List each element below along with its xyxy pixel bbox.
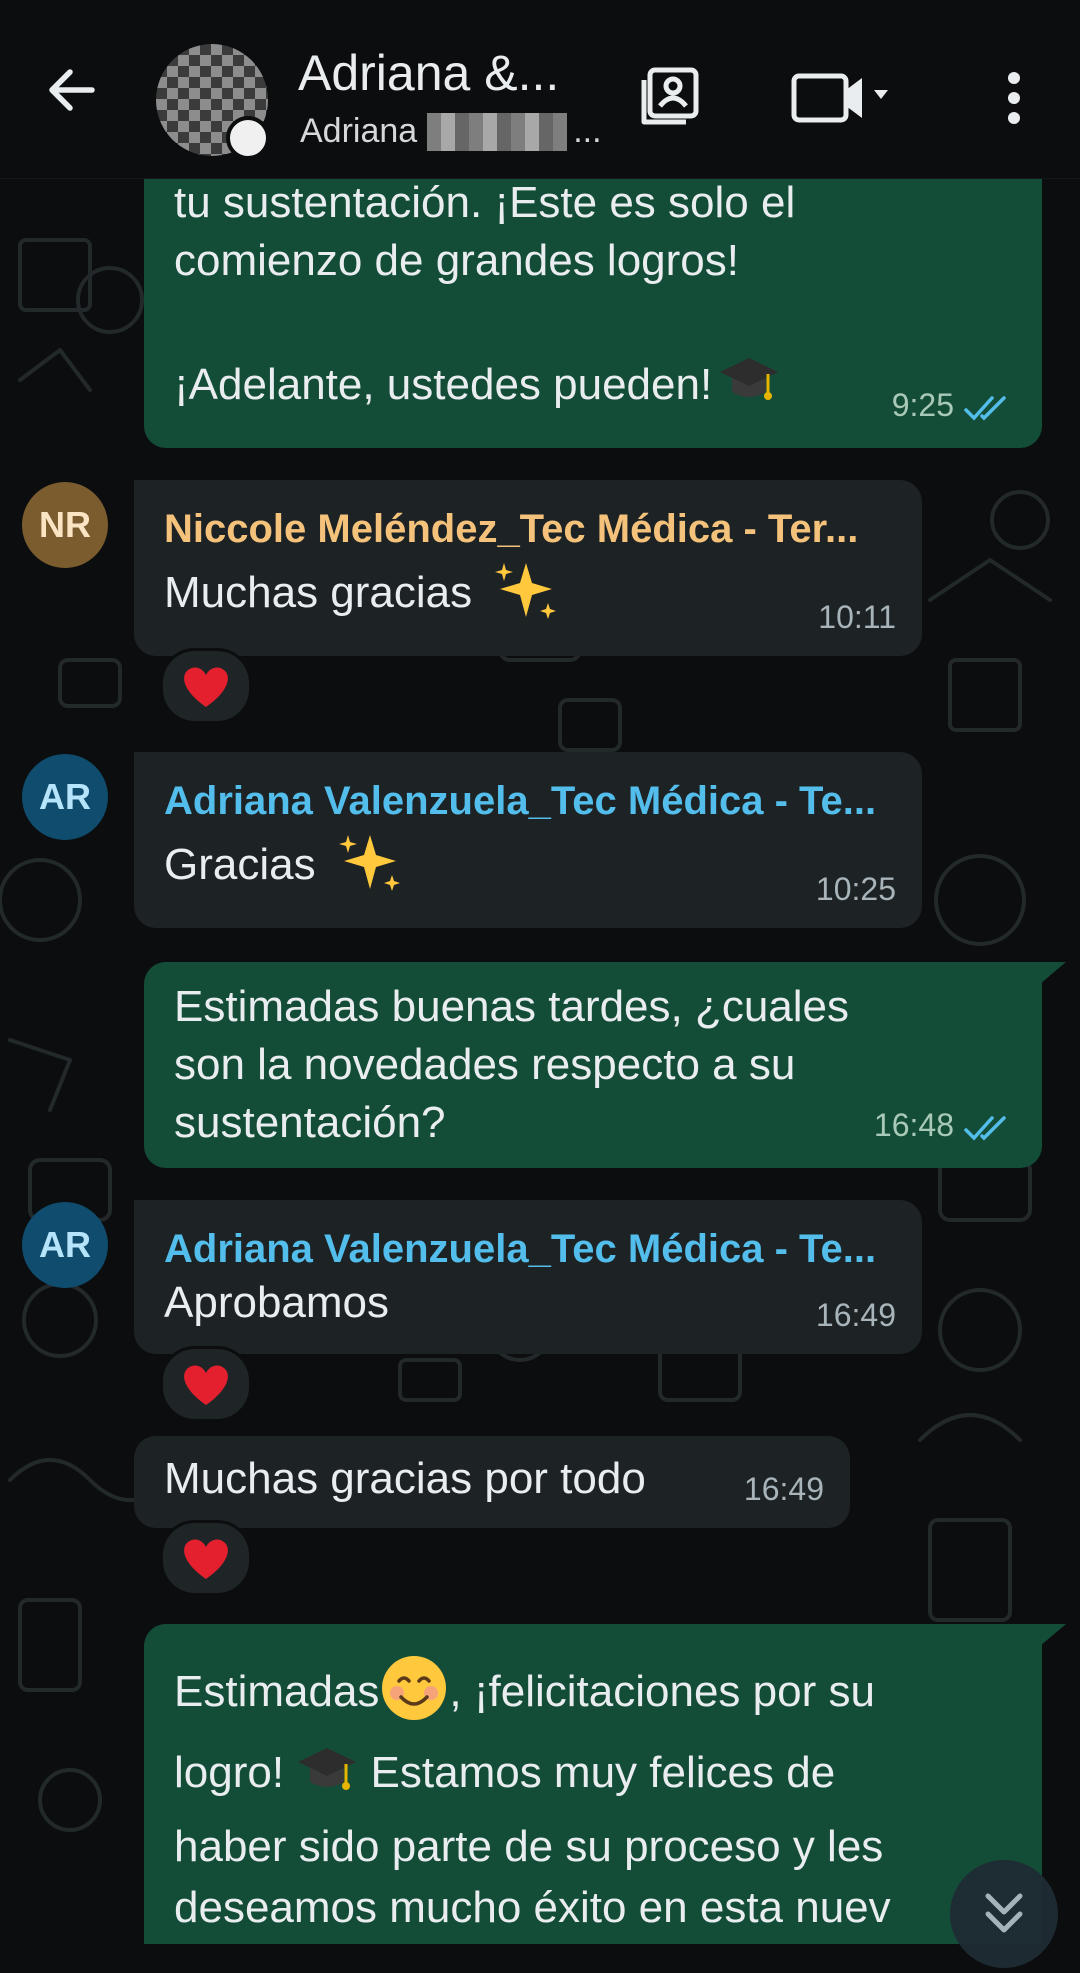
message-text: Gracias [164,835,402,894]
sender-avatar[interactable]: NR [22,482,108,568]
sender-avatar[interactable]: AR [22,754,108,840]
message-line-text: , ¡felicitaciones por su [449,1667,875,1716]
heart-reaction[interactable] [160,648,252,724]
outgoing-message[interactable]: Estimadas , ¡felicitaciones por su logro… [144,1624,1042,1944]
subtitle-name: Adriana [300,112,418,150]
chat-header: Adriana &... Adriana ... [0,0,1080,179]
message-text: Muchas gracias [164,563,558,622]
chat-title[interactable]: Adriana &... [298,44,559,102]
sparkles-emoji [495,563,557,620]
incoming-message[interactable]: Muchas gracias por todo 16:49 [134,1436,850,1528]
message-line-text: Estamos muy felices de [358,1748,836,1797]
more-vert-icon[interactable] [994,66,1034,130]
message-line: sustentación? [174,1098,446,1147]
message-meta: 9:25 [892,376,1012,434]
message-text: Muchas gracias por todo [164,1454,646,1503]
chevron-down-icon [874,90,888,99]
message-line-text: Estimadas [174,1667,380,1716]
sender-name[interactable]: Adriana Valenzuela_Tec Médica - Te... [164,1220,876,1278]
heart-reaction[interactable] [160,1520,252,1596]
graduation-cap-emoji [298,1748,357,1791]
message-time: 16:48 [873,1107,954,1143]
heart-reaction[interactable] [160,1346,252,1422]
red-heart-emoji [184,1365,228,1405]
outgoing-message[interactable]: tu sustentación. ¡Este es solo el comien… [144,150,1042,448]
scroll-to-bottom-button[interactable] [950,1860,1058,1968]
video-camera-icon[interactable] [790,68,890,128]
message-line: Estimadas , ¡felicitaciones por su [174,1652,891,1732]
message-time: 16:49 [743,1471,824,1507]
double-check-icon [964,395,1006,421]
arrow-left-icon[interactable] [40,58,104,122]
subtitle-ellipsis: ... [573,112,602,150]
sparkles-emoji [338,835,400,892]
chat-subtitle[interactable]: Adriana ... [300,112,602,151]
double-chevron-down-icon [985,1893,1023,1933]
bubble-tail [1040,962,1066,984]
message-line-text: ¡Adelante, ustedes pueden! [174,360,713,409]
redacted-text [427,112,568,151]
red-heart-emoji [184,667,228,707]
sender-name[interactable]: Niccole Meléndez_Tec Médica - Ter... [164,500,858,558]
incoming-message[interactable]: Niccole Meléndez_Tec Médica - Ter... Muc… [134,480,922,656]
message-text: Estimadas buenas tardes, ¿cuales son la … [174,978,849,1152]
message-line: Estimadas buenas tardes, ¿cuales [174,982,850,1031]
message-line: comienzo de grandes logros! [174,236,739,285]
message-body: Gracias [164,840,316,889]
message-time: 9:25 [891,387,954,423]
graduation-cap-emoji [720,358,779,401]
message-text: tu sustentación. ¡Este es solo el comien… [174,174,795,414]
bubble-tail [1040,1624,1066,1646]
message-text: Aprobamos [164,1278,390,1327]
smiling-face-emoji [382,1656,447,1721]
group-avatar[interactable] [156,44,270,160]
message-body: Muchas gracias [164,568,473,617]
message-line: tu sustentación. ¡Este es solo el [174,178,796,227]
message-line: logro! Estamos muy felices de [174,1732,891,1814]
message-line: haber sido parte de su proceso y les [174,1822,884,1871]
contact-card-icon[interactable] [638,64,702,128]
incoming-message[interactable]: Adriana Valenzuela_Tec Médica - Te... Gr… [134,752,922,928]
sender-name[interactable]: Adriana Valenzuela_Tec Médica - Te... [164,772,876,830]
incoming-message[interactable]: Adriana Valenzuela_Tec Médica - Te... Ap… [134,1200,922,1354]
message-time: 16:49 [815,1297,896,1333]
message-line-text: logro! [174,1748,285,1797]
message-line: deseamos mucho éxito en esta nuev [174,1883,891,1932]
message-time: 10:25 [815,871,896,907]
message-text: Estimadas , ¡felicitaciones por su logro… [174,1652,891,1936]
double-check-icon [964,1115,1006,1141]
message-line: son la novedades respecto a su [174,1040,796,1089]
message-line: ¡Adelante, ustedes pueden! [174,356,795,414]
sender-avatar[interactable]: AR [22,1202,108,1288]
message-meta: 16:48 [874,1096,1012,1154]
avatar-badge [226,116,270,160]
message-time: 10:11 [818,599,896,635]
outgoing-message[interactable]: Estimadas buenas tardes, ¿cuales son la … [144,962,1042,1168]
red-heart-emoji [184,1539,228,1579]
